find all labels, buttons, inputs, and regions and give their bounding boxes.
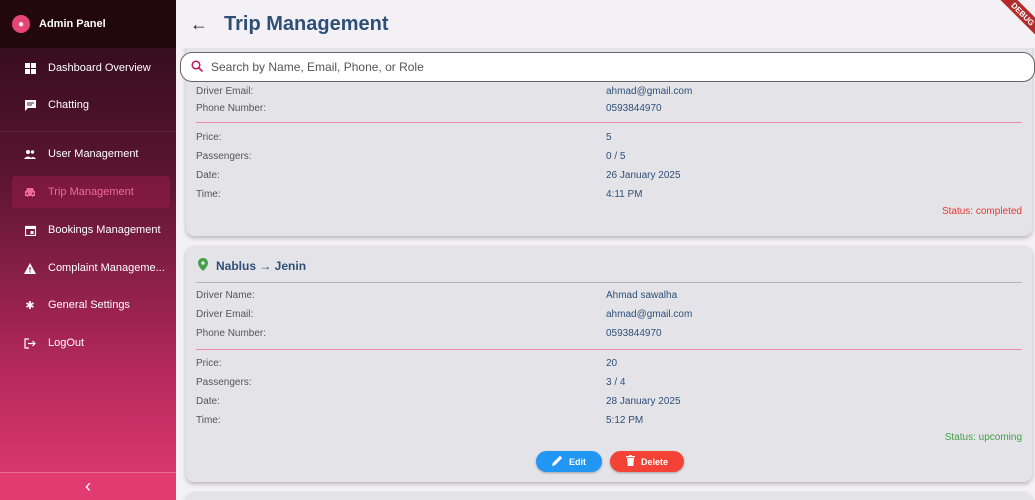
main-content: ← Trip Management DEBUG Driver Email: ah… — [176, 0, 1035, 500]
detail-value: 26 January 2025 — [606, 170, 681, 181]
detail-label: Date: — [196, 170, 220, 181]
trip-route-title: Nablus → Jenin — [198, 258, 306, 274]
dashboard-icon — [24, 62, 36, 74]
sidebar-item-complaints[interactable]: Complaint Manageme... — [12, 252, 170, 284]
detail-value: 0 / 5 — [606, 151, 626, 162]
app-bar: ← Trip Management DEBUG — [176, 0, 1035, 48]
sidebar-item-label: Complaint Manageme... — [48, 262, 165, 274]
detail-row: Passengers: 0 / 5 — [196, 151, 1022, 162]
detail-row: Time: 4:11 PM — [196, 189, 1022, 200]
back-arrow-icon[interactable]: ← — [190, 14, 214, 35]
sidebar-title: Admin Panel — [39, 18, 106, 30]
trip-card — [186, 492, 1032, 500]
sidebar-item-label: Bookings Management — [48, 224, 161, 236]
car-icon — [24, 186, 36, 198]
logout-icon — [24, 337, 36, 349]
sidebar-item-logout[interactable]: LogOut — [12, 327, 170, 359]
detail-value: 5 — [606, 132, 612, 143]
detail-row: Time: 5:12 PM — [196, 415, 1022, 426]
edit-button[interactable]: Edit — [536, 451, 602, 472]
edit-label: Edit — [569, 456, 586, 467]
people-icon — [24, 148, 36, 160]
detail-row: Phone Number: 0593844970 — [196, 103, 1022, 114]
search-bar[interactable] — [180, 52, 1035, 82]
detail-value: ahmad@gmail.com — [606, 309, 693, 320]
divider — [196, 282, 1022, 283]
detail-label: Price: — [196, 132, 222, 143]
sidebar-divider — [0, 131, 176, 132]
divider — [196, 122, 1022, 123]
trash-icon — [625, 454, 635, 469]
detail-value: 5:12 PM — [606, 415, 644, 426]
sidebar-item-chatting[interactable]: Chatting — [12, 89, 170, 121]
delete-button[interactable]: Delete — [610, 451, 684, 472]
detail-value: 0593844970 — [606, 103, 662, 114]
sidebar-collapse-button[interactable]: ‹ — [0, 472, 176, 500]
detail-value: 3 / 4 — [606, 377, 626, 388]
detail-label: Time: — [196, 189, 221, 200]
search-input[interactable] — [211, 60, 1011, 74]
page-title: Trip Management — [224, 12, 389, 35]
detail-row: Price: 5 — [196, 132, 1022, 143]
sidebar-item-trip-management[interactable]: Trip Management — [12, 176, 170, 208]
sidebar-item-general-settings[interactable]: ✱ General Settings — [12, 289, 170, 321]
detail-label: Driver Email: — [196, 309, 254, 320]
detail-row: Date: 28 January 2025 — [196, 396, 1022, 407]
detail-row: Driver Email: ahmad@gmail.com — [196, 309, 1022, 320]
sidebar-item-label: Chatting — [48, 99, 89, 111]
sidebar-item-label: LogOut — [48, 337, 85, 349]
delete-label: Delete — [640, 456, 668, 467]
detail-row: Passengers: 3 / 4 — [196, 377, 1022, 388]
detail-label: Driver Email: — [196, 86, 254, 97]
detail-label: Passengers: — [196, 377, 252, 388]
detail-row: Driver Name: Ahmad sawalha — [196, 290, 1022, 301]
detail-value: 28 January 2025 — [606, 396, 681, 407]
trip-card: Nablus → Jenin Driver Name: Ahmad sawalh… — [186, 246, 1032, 482]
detail-label: Driver Name: — [196, 290, 255, 301]
detail-row: Price: 20 — [196, 358, 1022, 369]
detail-row: Date: 26 January 2025 — [196, 170, 1022, 181]
status-badge: Status: upcoming — [944, 432, 1022, 443]
detail-label: Phone Number: — [196, 328, 267, 339]
chevron-left-icon: ‹ — [85, 476, 91, 496]
calendar-icon — [24, 224, 36, 236]
detail-label: Phone Number: — [196, 103, 267, 114]
detail-value: 0593844970 — [606, 328, 662, 339]
detail-value: 4:11 PM — [606, 189, 643, 200]
detail-row: Phone Number: 0593844970 — [196, 328, 1022, 339]
chat-icon — [24, 99, 36, 111]
sidebar: ● Admin Panel Dashboard Overview Chattin… — [0, 0, 176, 500]
warning-icon — [24, 262, 36, 274]
route-text: Nablus → Jenin — [216, 259, 307, 273]
detail-value: 20 — [606, 358, 618, 369]
sidebar-item-label: Dashboard Overview — [48, 62, 151, 74]
sidebar-item-dashboard[interactable]: Dashboard Overview — [12, 52, 170, 84]
search-icon — [191, 59, 204, 75]
sidebar-item-bookings[interactable]: Bookings Management — [12, 214, 170, 246]
status-badge: Status: completed — [941, 206, 1022, 217]
settings-icon: ✱ — [25, 299, 35, 312]
divider — [196, 349, 1022, 350]
detail-row: Driver Email: ahmad@gmail.com — [196, 86, 1022, 97]
detail-label: Price: — [196, 358, 222, 369]
detail-value: ahmad@gmail.com — [606, 86, 693, 97]
detail-value: Ahmad sawalha — [606, 290, 678, 301]
debug-banner: DEBUG — [997, 0, 1035, 40]
sidebar-item-user-management[interactable]: User Management — [12, 138, 170, 170]
sidebar-item-label: Trip Management — [48, 186, 134, 198]
sidebar-item-label: General Settings — [48, 299, 130, 311]
pencil-icon — [552, 455, 563, 469]
sidebar-item-label: User Management — [48, 148, 139, 160]
detail-label: Date: — [196, 396, 220, 407]
sidebar-header: ● Admin Panel — [0, 0, 176, 48]
admin-logo-icon: ● — [12, 15, 30, 33]
detail-label: Passengers: — [196, 151, 252, 162]
detail-label: Time: — [196, 415, 221, 426]
location-pin-icon — [198, 258, 208, 274]
